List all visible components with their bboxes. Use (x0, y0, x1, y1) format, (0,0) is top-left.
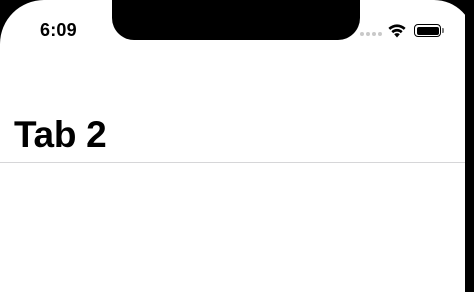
wifi-icon (388, 24, 406, 38)
battery-level-fill (416, 26, 439, 35)
right-bezel (465, 0, 474, 292)
battery-icon (414, 24, 441, 37)
cellular-signal-icon (360, 32, 382, 36)
content-area (0, 163, 465, 292)
device-frame: 6:09 Tab 2 (0, 0, 474, 292)
page-title: Tab 2 (14, 114, 107, 155)
status-time: 6:09 (40, 20, 77, 40)
battery-cap (442, 28, 444, 33)
screen: 6:09 Tab 2 (0, 0, 474, 292)
notch (112, 0, 360, 40)
